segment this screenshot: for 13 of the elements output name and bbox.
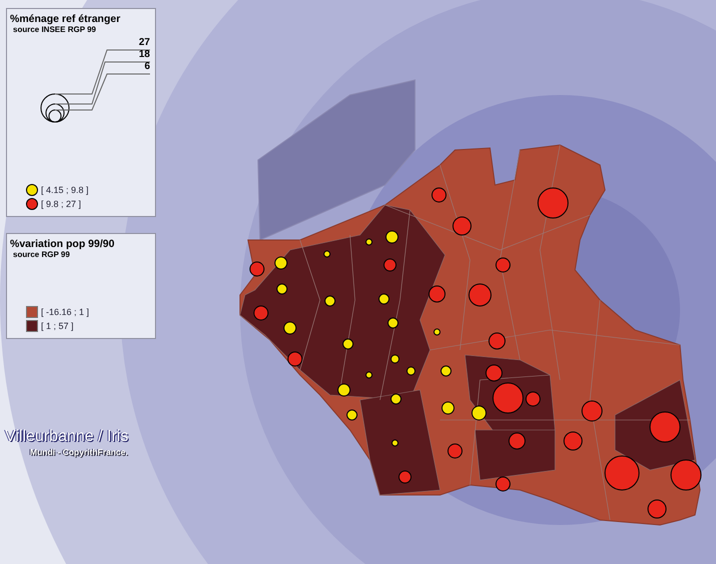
class-range: [ 1 ; 57 ] <box>41 321 74 331</box>
class-range: [ 9.8 ; 27 ] <box>41 199 82 209</box>
copyright-text: Mundi - CopyrithFrance. <box>30 447 128 457</box>
legend-title: %variation pop 99/90 <box>10 238 116 250</box>
legend-title: %ménage ref étranger <box>10 13 122 25</box>
legend-source: source INSEE RGP 99 <box>12 25 97 34</box>
class-range: [ -16.16 ; 1 ] <box>41 307 90 317</box>
legend-source: source RGP 99 <box>12 250 71 259</box>
size-value: 27 <box>138 37 150 48</box>
class-range: [ 4.15 ; 9.8 ] <box>41 185 89 195</box>
size-value: 18 <box>138 49 150 60</box>
size-value: 6 <box>144 61 150 72</box>
map-title: Villeurbanne / Iris <box>5 428 128 446</box>
